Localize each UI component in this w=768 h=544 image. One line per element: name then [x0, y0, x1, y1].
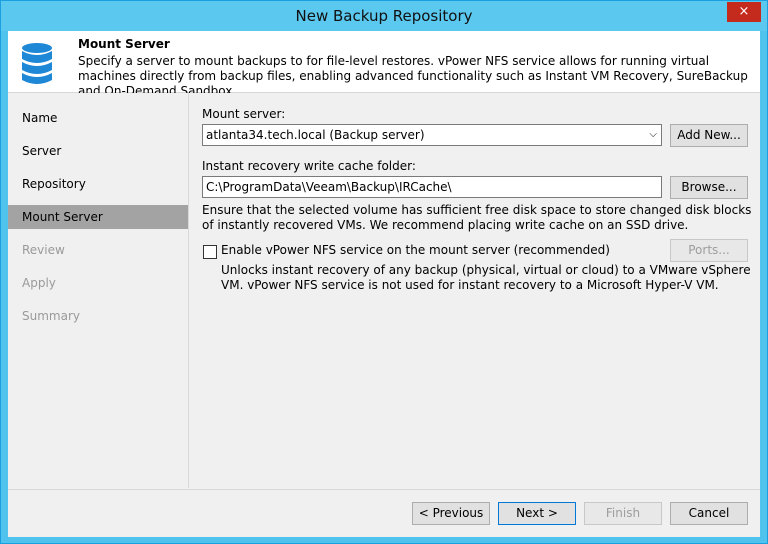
nfs-note: Unlocks instant recovery of any backup (…: [221, 263, 751, 292]
step-title: Mount Server: [78, 37, 170, 51]
cache-folder-value: C:\ProgramData\Veeam\Backup\IRCache\: [206, 180, 452, 194]
previous-button[interactable]: < Previous: [412, 502, 490, 525]
sidebar-item-repository[interactable]: Repository: [8, 172, 188, 196]
sidebar-item-name[interactable]: Name: [8, 106, 188, 130]
step-header: Mount Server Specify a server to mount b…: [8, 31, 760, 98]
sidebar-item-review: Review: [22, 243, 65, 257]
sidebar-item-summary: Summary: [22, 309, 80, 323]
add-new-button[interactable]: Add New...: [670, 124, 748, 147]
sidebar-item-mount-server[interactable]: Mount Server: [8, 205, 188, 229]
mount-server-label: Mount server:: [202, 107, 286, 121]
next-button[interactable]: Next >: [498, 502, 576, 525]
cache-note: Ensure that the selected volume has suff…: [202, 203, 752, 232]
nfs-checkbox-label[interactable]: Enable vPower NFS service on the mount s…: [221, 243, 610, 257]
finish-button: Finish: [584, 502, 662, 525]
wizard-client-area: Mount Server Specify a server to mount b…: [8, 31, 760, 537]
sidebar-item-apply: Apply: [22, 276, 56, 290]
title-bar[interactable]: New Backup Repository ×: [1, 1, 767, 31]
wizard-footer: < Previous Next > Finish Cancel: [8, 489, 760, 537]
close-icon[interactable]: ×: [727, 2, 761, 22]
cache-folder-label: Instant recovery write cache folder:: [202, 159, 416, 173]
database-icon: [22, 43, 52, 84]
mount-server-value: atlanta34.tech.local (Backup server): [206, 128, 425, 142]
mount-server-select[interactable]: atlanta34.tech.local (Backup server) ⌵: [202, 124, 662, 146]
window-title: New Backup Repository: [295, 7, 473, 25]
browse-button[interactable]: Browse...: [670, 176, 748, 199]
wizard-steps-sidebar: Name Server Repository Mount Server Revi…: [8, 93, 189, 488]
ports-button: Ports...: [670, 239, 748, 262]
nfs-checkbox[interactable]: [203, 245, 217, 259]
chevron-down-icon[interactable]: ⌵: [649, 129, 657, 140]
wizard-window: New Backup Repository × Mount Server Spe…: [0, 0, 768, 544]
cancel-button[interactable]: Cancel: [670, 502, 748, 525]
cache-folder-input[interactable]: C:\ProgramData\Veeam\Backup\IRCache\: [202, 176, 662, 198]
sidebar-item-server[interactable]: Server: [8, 139, 188, 163]
